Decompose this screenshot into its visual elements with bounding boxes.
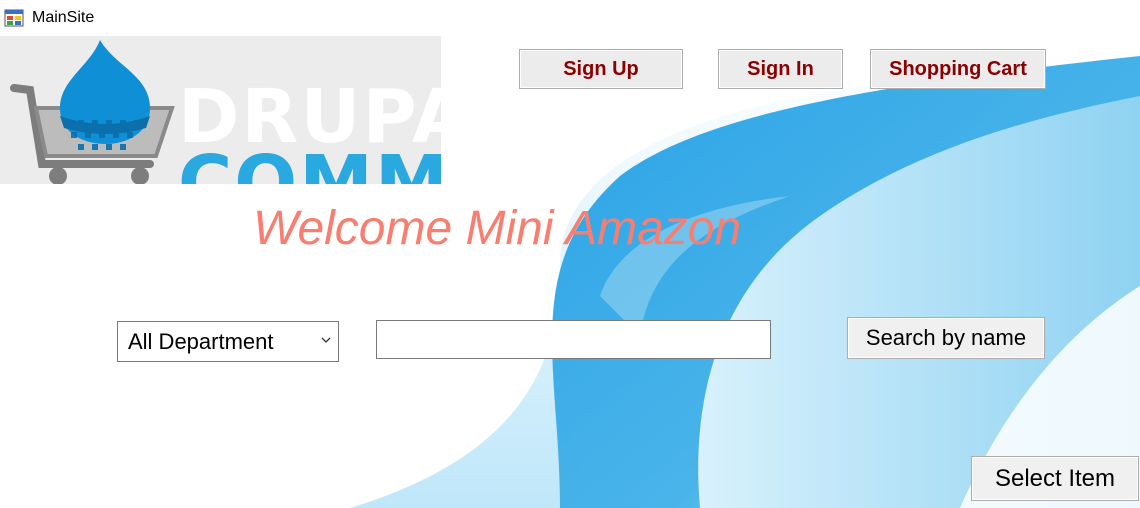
logo-word-commerce: COMME	[178, 140, 441, 184]
sign-in-button[interactable]: Sign In	[718, 49, 843, 89]
sign-up-button[interactable]: Sign Up	[519, 49, 683, 89]
drupal-drop-icon	[60, 40, 150, 144]
department-selected-value: All Department	[128, 328, 274, 354]
search-input[interactable]	[376, 320, 771, 359]
app-window-icon	[4, 9, 24, 27]
welcome-heading: Welcome Mini Amazon	[253, 202, 742, 255]
search-by-name-button[interactable]: Search by name	[847, 317, 1045, 359]
drupal-commerce-logo: DRUPA COMME	[0, 36, 441, 184]
department-select[interactable]: All Department	[117, 321, 339, 362]
title-bar: MainSite	[0, 0, 1140, 36]
select-item-button[interactable]: Select Item	[971, 456, 1139, 501]
shopping-cart-button[interactable]: Shopping Cart	[870, 49, 1046, 89]
window-title: MainSite	[32, 9, 95, 26]
chevron-down-icon	[321, 337, 331, 343]
